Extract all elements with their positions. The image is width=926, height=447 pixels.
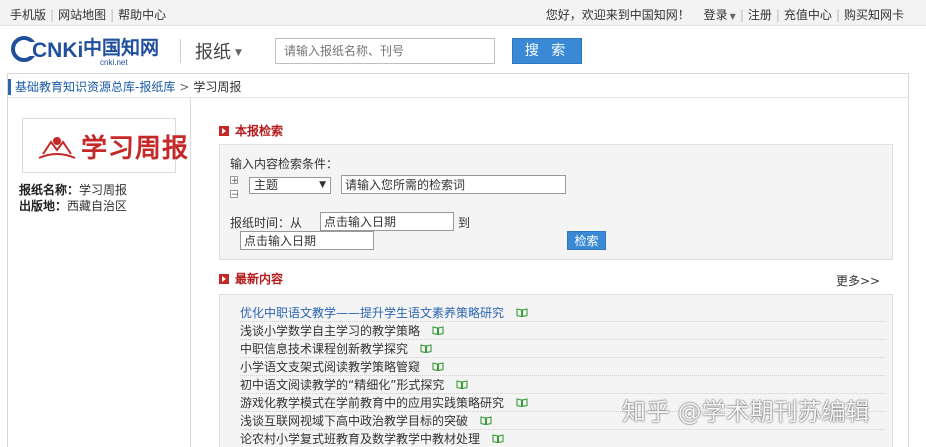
list-item-title[interactable]: 游戏化教学模式在学前教育中的应用实践策略研究 xyxy=(240,396,504,410)
plus-icon[interactable]: + xyxy=(230,176,239,186)
open-book-icon[interactable] xyxy=(420,340,432,354)
paper-search-input[interactable] xyxy=(275,38,495,64)
top-right-links: 您好，欢迎来到中国知网！ 登录 ▼ | 注册 | 充值中心 | 购买知网卡 xyxy=(546,6,904,23)
latest-section-title-text: 最新内容 xyxy=(235,272,284,286)
top-left-links: 手机版 | 网站地图 | 帮助中心 xyxy=(10,6,166,23)
list-item[interactable]: 小学语文支架式阅读教学策略管窥 xyxy=(240,358,885,376)
cnki-logo[interactable]: CNKi 中国知网 cnki.net xyxy=(10,33,162,67)
divider: | xyxy=(739,8,744,22)
list-item[interactable]: 浅谈小学数学自主学习的教学策略 xyxy=(240,322,885,340)
open-book-icon[interactable] xyxy=(432,358,444,372)
divider: | xyxy=(835,8,840,22)
breadcrumb-current: 学习周报 xyxy=(193,80,242,94)
list-item-title[interactable]: 优化中职语文教学——提升学生语文素养策略研究 xyxy=(240,306,504,320)
help-link[interactable]: 帮助中心 xyxy=(118,8,166,22)
section-dropdown[interactable]: 报纸 ▼ xyxy=(195,38,242,64)
open-book-icon[interactable] xyxy=(432,322,444,336)
more-link[interactable]: 更多>> xyxy=(836,272,880,289)
top-bar: 手机版 | 网站地图 | 帮助中心 您好，欢迎来到中国知网！ 登录 ▼ | 注册 | 充值中心 | 购… xyxy=(0,0,926,26)
login-label: 登录 xyxy=(703,8,728,22)
paper-logo-text: 学习周报 xyxy=(81,134,190,164)
column-divider xyxy=(190,98,191,447)
breadcrumb-library-link[interactable]: 基础教育知识资源总库-报纸库 xyxy=(15,80,175,94)
paper-name-label: 报纸名称： xyxy=(19,183,80,197)
section-label: 报纸 xyxy=(195,42,231,63)
latest-section-title: 最新内容 xyxy=(219,270,283,287)
minus-icon[interactable]: − xyxy=(230,190,239,200)
paper-name-value: 学习周报 xyxy=(79,183,128,197)
condition-label: 输入内容检索条件： xyxy=(230,157,339,171)
paper-location-label: 出版地： xyxy=(19,199,68,213)
buy-card-link[interactable]: 购买知网卡 xyxy=(844,8,904,22)
list-item[interactable]: 中职信息技术课程创新教学探究 xyxy=(240,340,885,358)
breadcrumb: 基础教育知识资源总库-报纸库 > 学习周报 xyxy=(8,79,241,95)
list-item-title[interactable]: 中职信息技术课程创新教学探究 xyxy=(240,342,408,356)
field-select[interactable]: 主题 ▼ xyxy=(249,177,331,194)
keyword-input[interactable] xyxy=(341,175,566,194)
search-section-title-text: 本报检索 xyxy=(235,124,284,138)
logo-main-text: CNKi xyxy=(32,39,83,62)
list-item[interactable]: 论农村小学复式班教育及数学教学中教材处理 xyxy=(240,430,885,447)
open-book-icon[interactable] xyxy=(492,430,504,444)
open-book-icon[interactable] xyxy=(480,412,492,426)
date-from-input[interactable] xyxy=(320,212,454,231)
date-to-label: 到 xyxy=(458,216,471,230)
list-item-title[interactable]: 初中语文阅读教学的“精细化”形式探究 xyxy=(240,378,444,392)
logo-sub-text: cnki.net xyxy=(100,58,128,67)
paper-info: 报纸名称：学习周报 出版地：西藏自治区 xyxy=(19,182,127,214)
open-book-icon[interactable] xyxy=(516,304,528,318)
field-select-value: 主题 xyxy=(254,178,279,192)
list-item-title[interactable]: 论农村小学复式班教育及数学教学中教材处理 xyxy=(240,432,480,446)
list-item-title[interactable]: 浅谈互联网视域下高中政治教学目标的突破 xyxy=(240,414,468,428)
paper-location-value: 西藏自治区 xyxy=(67,199,128,213)
recharge-link[interactable]: 充值中心 xyxy=(784,8,832,22)
divider: | xyxy=(775,8,780,22)
paper-emblem-icon xyxy=(38,137,76,159)
login-link[interactable]: 登录 ▼ xyxy=(704,8,736,22)
section-marker-icon xyxy=(219,126,229,136)
header-divider xyxy=(180,39,181,63)
search-section-title: 本报检索 xyxy=(219,122,283,139)
divider: | xyxy=(110,8,115,22)
header: CNKi 中国知网 cnki.net 报纸 ▼ 搜 索 xyxy=(0,27,926,73)
paper-logo: 学习周报 xyxy=(22,118,188,173)
breadcrumb-arrow: > xyxy=(179,80,190,94)
date-to-input[interactable] xyxy=(240,231,374,250)
chevron-down-icon: ▼ xyxy=(729,12,736,21)
list-item-title[interactable]: 小学语文支架式阅读教学策略管窥 xyxy=(240,360,420,374)
watermark: 知乎 @学术期刊苏编辑 xyxy=(622,398,870,426)
divider: | xyxy=(50,8,55,22)
sitemap-link[interactable]: 网站地图 xyxy=(58,8,106,22)
search-button[interactable]: 搜 索 xyxy=(512,38,582,64)
paper-search-button[interactable]: 检索 xyxy=(567,231,606,250)
register-link[interactable]: 注册 xyxy=(748,8,772,22)
list-item[interactable]: 优化中职语文教学——提升学生语文素养策略研究 xyxy=(240,304,885,322)
breadcrumb-divider xyxy=(8,97,908,98)
logo-cn-text: 中国知网 xyxy=(83,36,159,59)
welcome-text: 您好，欢迎来到中国知网！ xyxy=(545,8,690,22)
time-label: 报纸时间：从 xyxy=(230,216,303,230)
mobile-link[interactable]: 手机版 xyxy=(10,8,46,22)
open-book-icon[interactable] xyxy=(516,394,528,408)
section-marker-icon xyxy=(219,274,229,284)
open-book-icon[interactable] xyxy=(456,376,468,390)
chevron-down-icon: ▼ xyxy=(235,48,242,58)
cnki-logo-icon: CNKi 中国知网 cnki.net xyxy=(11,36,159,67)
list-item-title[interactable]: 浅谈小学数学自主学习的教学策略 xyxy=(240,324,420,338)
chevron-down-icon: ▼ xyxy=(319,180,326,190)
